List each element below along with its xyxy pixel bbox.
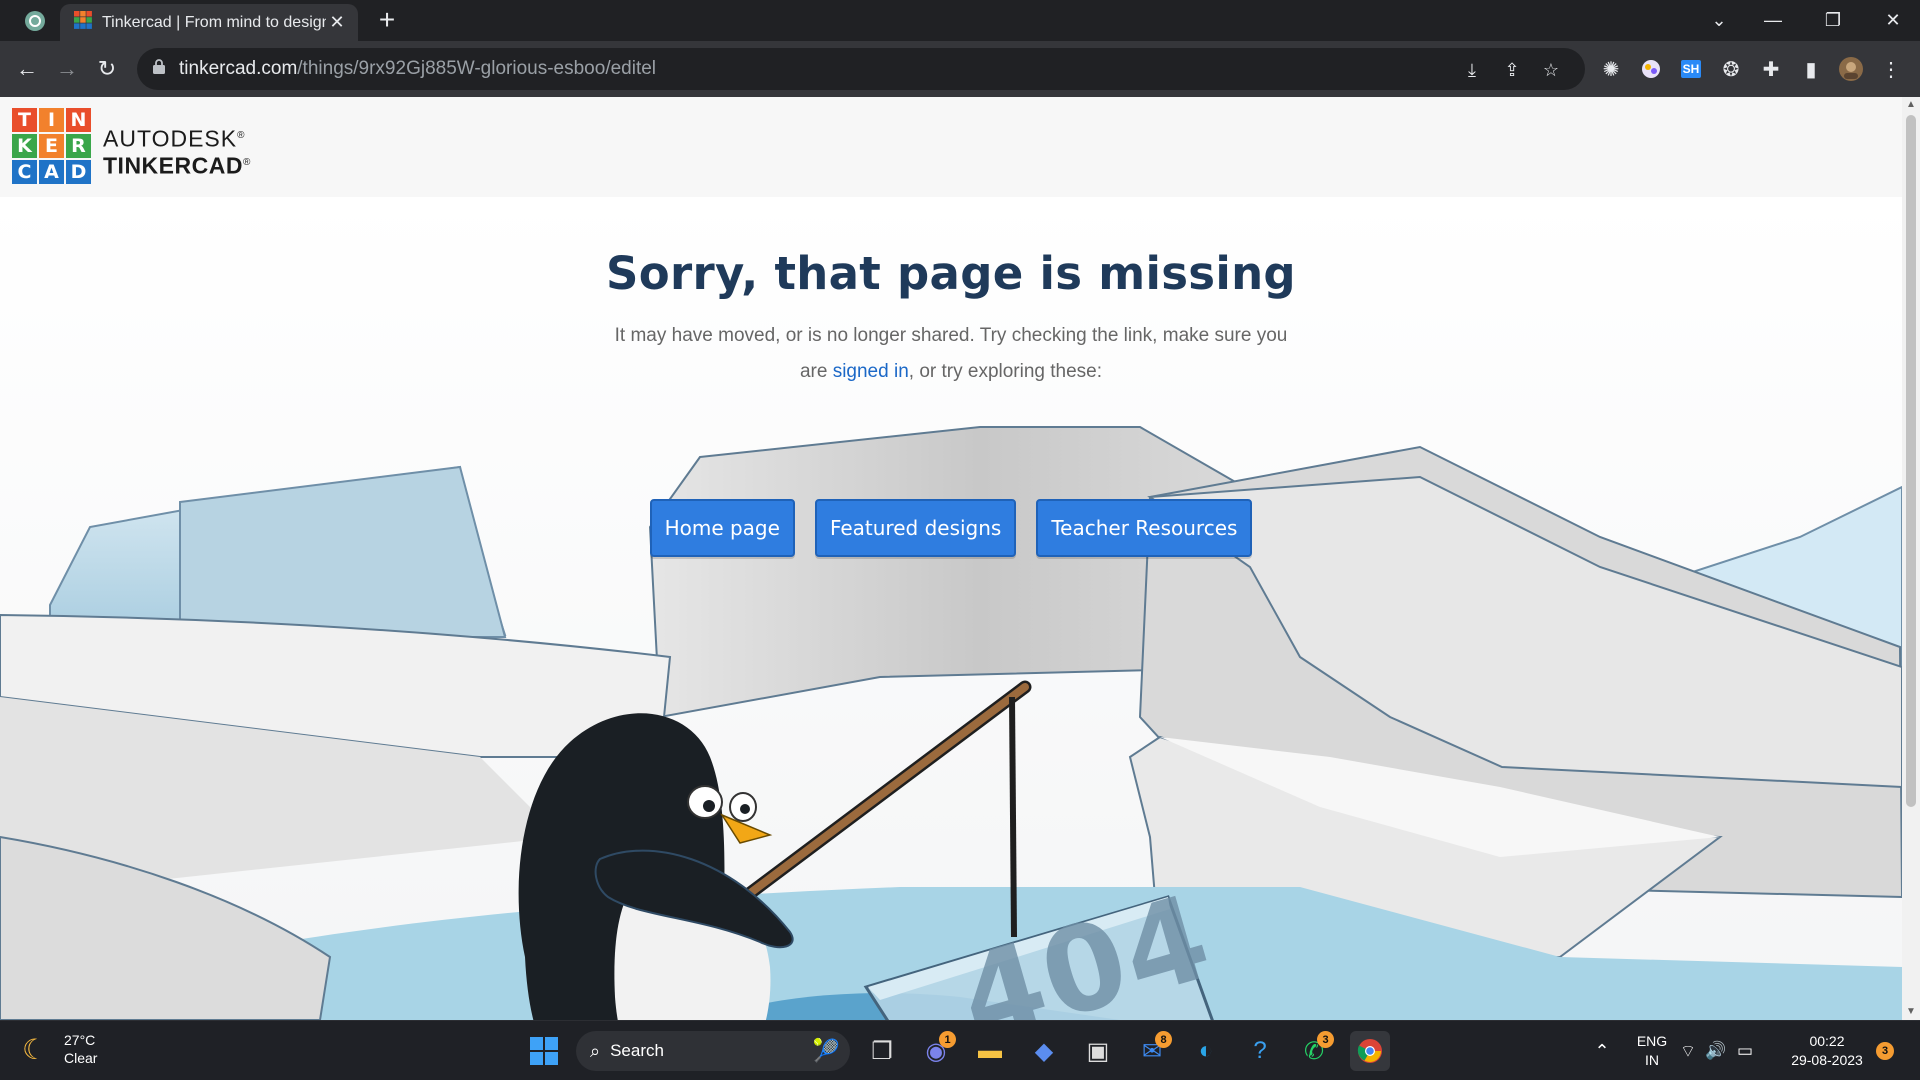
logo-letter: A [39,160,64,184]
minimize-button[interactable]: — [1746,0,1800,41]
color-extension-icon[interactable] [1636,54,1666,84]
logo-letter: D [66,160,91,184]
forward-arrow-icon[interactable]: → [49,51,85,87]
tinkercad-logo[interactable]: TIN KER CAD [12,108,91,184]
tab-tinkercad[interactable]: Tinkercad | From mind to design ✕ [60,4,358,41]
settings-extension-icon[interactable]: ✺ [1596,54,1626,84]
edge-browser-icon[interactable]: ◐ [1186,1031,1226,1071]
teacher-resources-button[interactable]: Teacher Resources [1036,499,1253,557]
logo-letter: R [66,134,91,158]
logo-letter: C [12,160,37,184]
reload-icon[interactable]: ↻ [89,51,125,87]
wifi-icon[interactable]: ⌔ [1676,1031,1700,1071]
error-message-tail: , or try exploring these: [908,361,1103,382]
taskbar-search[interactable]: ⌕ Search 🎾 [576,1031,850,1071]
brand-wordmark[interactable]: AUTODESK® TINKERCAD® [103,124,251,179]
back-arrow-icon[interactable]: ← [9,51,45,87]
profile-avatar[interactable] [1836,54,1866,84]
browser-menu-icon[interactable]: ⋮ [1876,54,1906,84]
page-scrollbar[interactable]: ▲ ▼ [1902,97,1920,1020]
featured-designs-button[interactable]: Featured designs [814,499,1017,557]
search-icon: ⌕ [590,1040,601,1061]
start-windows-icon[interactable] [524,1031,564,1071]
side-panel-icon[interactable]: ▮ [1796,54,1826,84]
clock-date: 29-08-2023 [1791,1052,1863,1068]
registered-mark: ® [237,130,246,141]
logo-letter: I [39,108,64,132]
brand-autodesk: AUTODESK [103,125,238,152]
terminal-icon[interactable]: ▣ [1078,1031,1118,1071]
tinkercad-favicon-icon [74,11,92,34]
share-icon[interactable]: ⇪ [1499,57,1525,83]
new-tab-button[interactable]: + [372,6,402,36]
tab-close-icon[interactable]: ✕ [326,12,348,33]
get-help-icon[interactable]: ? [1240,1031,1280,1071]
logo-letter: K [12,134,37,158]
battery-icon[interactable]: ▭ [1732,1031,1758,1071]
logo-letter: T [12,108,37,132]
notification-center-badge[interactable]: 3 [1876,1042,1894,1060]
mail-badge: 8 [1155,1031,1172,1048]
language-indicator[interactable]: ENG IN [1632,1032,1672,1070]
moon-icon: ☾ [22,1033,48,1065]
scrollbar-thumb[interactable] [1906,115,1916,807]
weather-temp: 27°C [64,1032,96,1048]
page-viewport: TIN KER CAD AUTODESK® TINKERCAD® Sorry, th… [0,97,1902,1020]
extensions-puzzle-icon[interactable]: ✚ [1756,54,1786,84]
scroll-down-arrow-icon[interactable]: ▼ [1902,1004,1920,1020]
logo-letter: E [39,134,64,158]
chatgpt-tab-icon[interactable] [18,8,52,34]
signin-link[interactable]: signed in [833,361,909,382]
mail-icon[interactable]: ✉ 8 [1132,1031,1172,1071]
windows-taskbar: ☾ 27°C Clear ⌕ Search 🎾 ❐ ◉ 1 ▬ ◆ ▣ ✉ 8 ◐ … [0,1020,1920,1080]
registered-mark: ® [242,156,251,168]
error-hero: Sorry, that page is missing It may have … [0,247,1902,390]
page-title: Sorry, that page is missing [606,247,1296,300]
whatsapp-badge: 3 [1317,1031,1334,1048]
bookmark-star-icon[interactable]: ☆ [1538,57,1564,83]
home-page-button[interactable]: Home page [649,499,795,557]
tray-chevron-up-icon[interactable]: ⌃ [1582,1031,1622,1071]
close-window-button[interactable]: ✕ [1866,0,1920,41]
volume-icon[interactable]: 🔊 [1704,1031,1728,1071]
logo-letter: N [66,108,91,132]
teams-badge: 1 [939,1031,956,1048]
scroll-up-arrow-icon[interactable]: ▲ [1902,97,1920,113]
sh-extension-icon[interactable]: SH [1676,54,1706,84]
clock[interactable]: 00:22 29-08-2023 [1772,1032,1882,1070]
copilot-icon[interactable]: ◆ [1024,1031,1064,1071]
lang-line2: IN [1645,1052,1659,1068]
url-text: tinkercad.com/things/9rx92Gj885W-gloriou… [179,58,657,79]
brand-tinkercad: TINKERCAD [103,152,243,179]
chrome-icon[interactable] [1350,1031,1390,1071]
search-label: Search [610,1041,664,1060]
tab-title: Tinkercad | From mind to design [102,13,326,31]
browser-tab-strip: Tinkercad | From mind to design ✕ + ⌄ — … [0,0,1920,41]
install-app-icon[interactable]: ⤓ [1459,57,1485,83]
search-highlight-icon: 🎾 [812,1038,840,1063]
whatsapp-icon[interactable]: ✆ 3 [1294,1031,1334,1071]
file-explorer-icon[interactable]: ▬ [970,1031,1010,1071]
site-header: TIN KER CAD AUTODESK® TINKERCAD® [0,97,1902,197]
lang-line1: ENG [1636,1033,1668,1049]
task-view-icon[interactable]: ❐ [862,1031,902,1071]
openai-extension-icon[interactable]: ❂ [1716,54,1746,84]
address-bar[interactable]: tinkercad.com/things/9rx92Gj885W-gloriou… [137,48,1585,90]
tab-search-chevron-icon[interactable]: ⌄ [1692,0,1746,41]
teams-chat-icon[interactable]: ◉ 1 [916,1031,956,1071]
lock-icon [153,59,165,79]
explore-buttons: Home page Featured designs Teacher Resou… [0,499,1902,557]
clock-time: 00:22 [1809,1033,1845,1049]
error-message: It may have moved, or is no longer share… [601,318,1301,390]
restore-button[interactable]: ❐ [1806,0,1860,41]
browser-toolbar: ← → ↻ tinkercad.com/things/9rx92Gj885W-g… [0,41,1920,97]
weather-widget[interactable]: ☾ 27°C Clear [22,1031,97,1067]
weather-desc: Clear [64,1050,98,1066]
